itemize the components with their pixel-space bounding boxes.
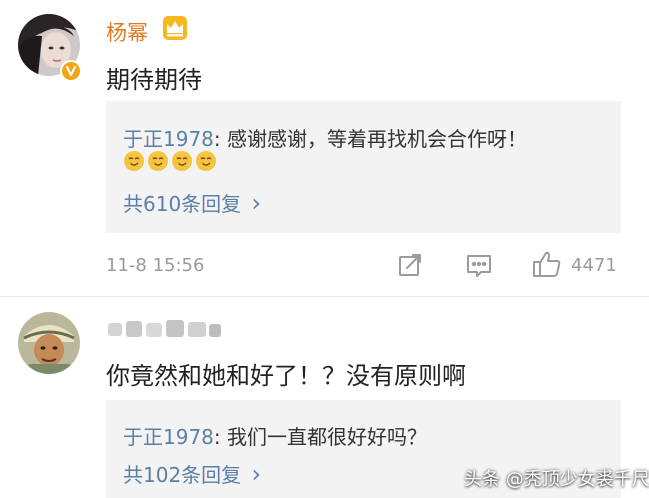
- comment1-username[interactable]: 杨幂: [106, 17, 148, 47]
- comment1-reply-emojis: [123, 150, 219, 174]
- divider: [0, 296, 649, 297]
- verified-badge-icon: [60, 60, 82, 82]
- comment1-reply-line: 于正1978: 感谢感谢，等着再找机会合作呀！: [123, 123, 527, 152]
- reply-text: 我们一直都很好好吗？: [227, 425, 428, 449]
- avatar-user2[interactable]: [18, 312, 80, 374]
- emoji-icon: [196, 151, 216, 171]
- watermark: 头条 @秃顶少女裘千尺: [464, 469, 649, 490]
- repost-icon[interactable]: [397, 252, 423, 278]
- comment-icon[interactable]: [465, 253, 493, 279]
- like-count: 4471: [571, 255, 617, 276]
- vip-crown-icon: [162, 15, 188, 41]
- comment1-reply-count-link[interactable]: 共610条回复 ›: [123, 188, 261, 217]
- emoji-icon: [148, 151, 168, 171]
- comment2-reply-line: 于正1978: 我们一直都很好好吗？: [123, 421, 427, 450]
- like-icon[interactable]: [532, 250, 562, 278]
- reply-count-label: 共102条回复: [123, 463, 242, 487]
- chevron-right-icon: ›: [251, 460, 262, 488]
- reply-separator: :: [213, 425, 228, 449]
- emoji-icon: [172, 151, 192, 171]
- reply-count-label: 共610条回复: [123, 192, 242, 216]
- reply-text: 感谢感谢，等着再找机会合作呀！: [227, 127, 528, 151]
- reply-author[interactable]: 于正1978: [123, 425, 214, 449]
- comment2-reply-count-link[interactable]: 共102条回复 ›: [123, 459, 261, 488]
- comment2-text: 你竟然和她和好了！？没有原则啊: [106, 362, 466, 390]
- comment1-timestamp: 11-8 15:56: [106, 255, 205, 276]
- chevron-right-icon: ›: [251, 189, 262, 217]
- comment1-text: 期待期待: [106, 66, 202, 94]
- emoji-icon: [124, 151, 144, 171]
- reply-author[interactable]: 于正1978: [123, 127, 214, 151]
- reply-separator: :: [213, 127, 228, 151]
- comment2-username-blurred[interactable]: [106, 317, 224, 341]
